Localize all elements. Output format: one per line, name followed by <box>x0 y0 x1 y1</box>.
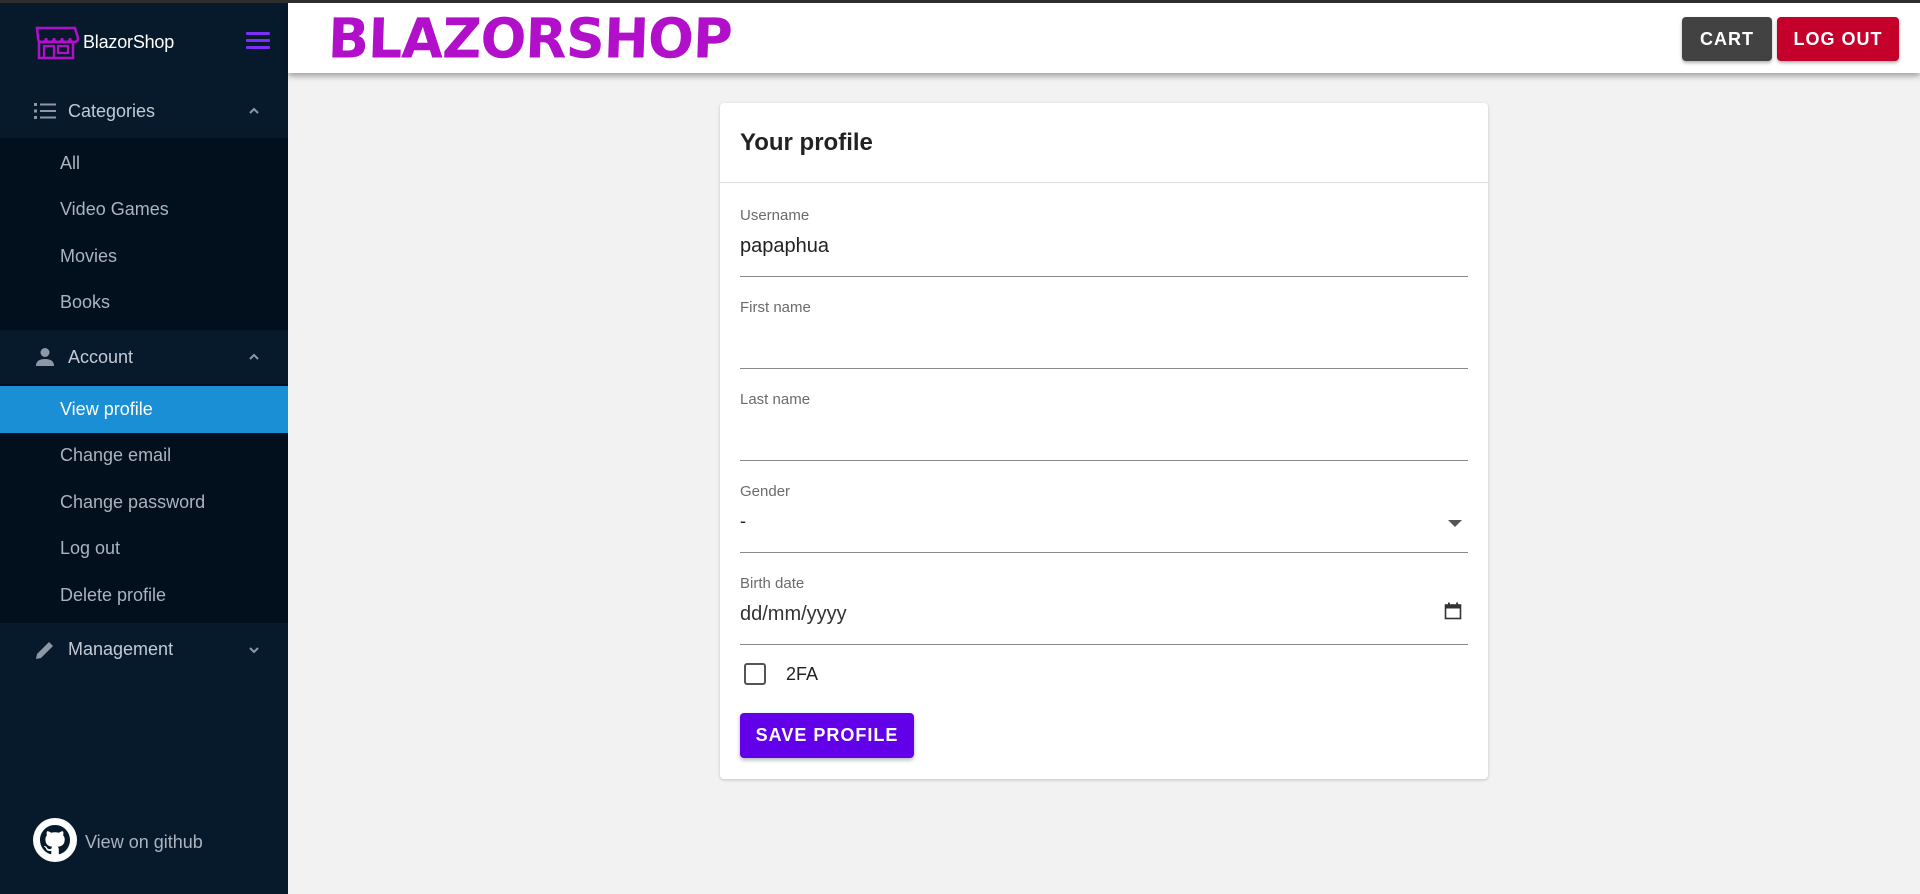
dropdown-arrow-icon <box>1448 515 1462 533</box>
store-icon <box>33 24 79 60</box>
nav-group-label: Account <box>68 346 134 367</box>
username-input[interactable] <box>740 235 1468 258</box>
nav-group-items-categories: All Video Games Movies Books <box>0 138 288 330</box>
github-link[interactable]: View on github <box>33 818 203 867</box>
github-icon <box>33 818 77 867</box>
nav-item-delete-profile[interactable]: Delete profile <box>0 572 288 619</box>
username-field[interactable]: Username <box>740 207 1468 277</box>
profile-card: Your profile Username First name Last na… <box>720 103 1488 779</box>
calendar-icon[interactable] <box>1444 602 1462 625</box>
cart-button[interactable]: CART <box>1682 17 1772 61</box>
gender-label: Gender <box>740 483 791 500</box>
birth-date-label: Birth date <box>740 575 805 592</box>
person-icon <box>34 346 56 368</box>
last-name-input[interactable] <box>740 419 1468 442</box>
nav-group-categories[interactable]: Categories <box>0 84 288 138</box>
top-app-bar: BLAZORSHOP CART LOG OUT <box>288 3 1920 73</box>
first-name-input[interactable] <box>740 327 1468 350</box>
chevron-down-icon <box>248 643 260 655</box>
last-name-label: Last name <box>740 391 811 408</box>
nav-group-management[interactable]: Management <box>0 623 288 677</box>
nav-item-movies[interactable]: Movies <box>0 233 288 280</box>
two-fa-label: 2FA <box>786 663 819 684</box>
last-name-field[interactable]: Last name <box>740 391 1468 461</box>
page-title: Your profile <box>720 103 1488 183</box>
nav-group-label: Categories <box>68 100 156 121</box>
brand[interactable]: BlazorShop <box>0 0 288 84</box>
logout-button[interactable]: LOG OUT <box>1777 17 1899 61</box>
brand-name: BlazorShop <box>83 31 175 52</box>
nav-item-view-profile[interactable]: View profile <box>0 386 288 433</box>
nav-item-change-password[interactable]: Change password <box>0 479 288 526</box>
save-profile-button[interactable]: SAVE PROFILE <box>740 713 914 758</box>
nav-item-all[interactable]: All <box>0 140 288 187</box>
first-name-field[interactable]: First name <box>740 299 1468 369</box>
nav-group-items-account: View profile Change email Change passwor… <box>0 384 288 623</box>
chevron-up-icon <box>248 104 260 116</box>
pencil-icon <box>34 639 56 661</box>
nav-item-video-games[interactable]: Video Games <box>0 187 288 234</box>
chevron-up-icon <box>248 350 260 362</box>
menu-toggle-icon[interactable] <box>246 32 270 52</box>
gender-value: - <box>740 511 746 531</box>
github-label: View on github <box>85 832 203 852</box>
gender-select[interactable]: Gender - <box>740 483 1468 553</box>
site-logo[interactable]: BLAZORSHOP <box>327 6 733 70</box>
nav-item-log-out[interactable]: Log out <box>0 526 288 573</box>
birth-date-field[interactable]: Birth date <box>740 575 1468 645</box>
nav-item-change-email[interactable]: Change email <box>0 433 288 480</box>
list-icon <box>34 100 56 122</box>
two-fa-checkbox[interactable] <box>744 663 766 685</box>
nav-group-account[interactable]: Account <box>0 330 288 384</box>
username-label: Username <box>740 207 810 224</box>
nav-group-label: Management <box>68 639 174 659</box>
nav-item-books[interactable]: Books <box>0 280 288 327</box>
two-fa-checkbox-row[interactable]: 2FA <box>740 663 818 685</box>
first-name-label: First name <box>740 299 811 316</box>
top-border <box>0 0 1920 3</box>
sidebar: BlazorShop Categories All Video Games Mo… <box>0 0 288 894</box>
birth-date-input[interactable] <box>740 603 1468 626</box>
